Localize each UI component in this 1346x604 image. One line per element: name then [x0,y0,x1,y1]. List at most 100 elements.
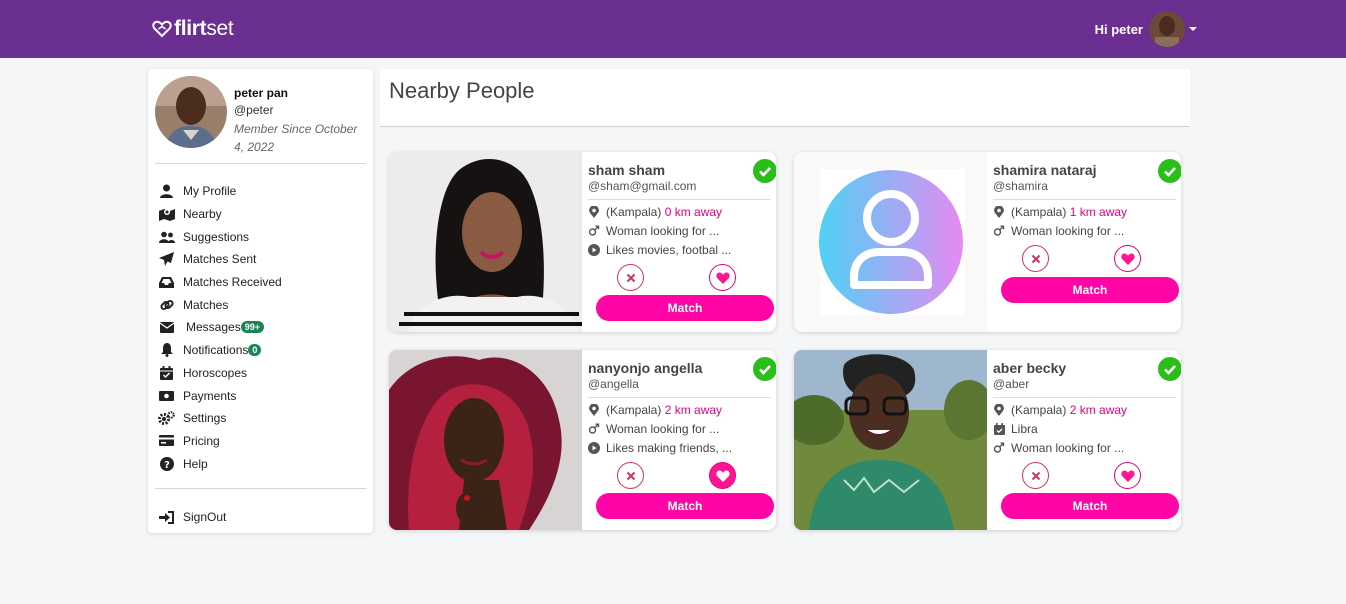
sidebar-item-payments[interactable]: Payments [158,384,363,407]
location-pin-icon [588,404,600,416]
person-name[interactable]: nanyonjo angella [588,360,702,376]
sidebar-item-matches-sent[interactable]: Matches Sent [158,248,363,271]
person-card: sham sham @sham@gmail.com (Kampala) 0 km… [389,152,776,332]
user-icon [158,184,175,199]
calendar-check-icon [158,365,175,380]
sidebar-item-label: Messages [186,320,241,335]
sidebar-item-label: Matches Sent [183,252,257,267]
sidebar-item-settings[interactable]: Settings [158,407,363,430]
sidebar-item-horoscopes[interactable]: Horoscopes [158,362,363,385]
location-text: (Kampala) [1011,403,1067,417]
person-name[interactable]: shamira nataraj [993,162,1097,178]
gender-icon [588,423,600,435]
distance-text: 1 km away [1069,205,1128,219]
calendar-check-icon [993,423,1005,435]
sidebar: peter pan @peter Member Since October 4,… [148,69,373,533]
person-handle: @shamira [993,179,1048,193]
location-row: (Kampala) 2 km away [993,403,1127,417]
match-button[interactable]: Match [596,493,774,519]
looking-row: Woman looking for ... [993,441,1124,455]
sidebar-item-suggestions[interactable]: Suggestions [158,225,363,248]
sidebar-item-label: Settings [183,411,227,426]
user-avatar[interactable] [1149,11,1185,47]
person-info: nanyonjo angella @angella (Kampala) 2 km… [588,350,776,530]
close-icon [626,273,635,282]
heart-icon [715,272,730,284]
top-navbar: flirtset Hi peter [0,0,1346,58]
users-icon [158,230,175,244]
brand-name: flirtset [174,17,234,40]
location-text: (Kampala) [1011,205,1067,219]
person-photo[interactable] [389,152,582,332]
verified-check-icon [1158,357,1181,381]
person-name[interactable]: aber becky [993,360,1066,376]
page-title: Nearby People [389,78,535,103]
gender-icon [993,225,1005,237]
user-menu[interactable]: Hi peter [1095,11,1197,47]
notifications-count-badge: 0 [248,344,262,357]
reject-button[interactable] [617,264,644,291]
signout-button[interactable]: SignOut [158,506,226,529]
sidebar-item-pricing[interactable]: Pricing [158,430,363,453]
location-text: (Kampala) [606,403,662,417]
person-name[interactable]: sham sham [588,162,665,178]
person-info: shamira nataraj @shamira (Kampala) 1 km … [993,152,1181,332]
location-pin-icon [993,404,1005,416]
gender-icon [993,442,1005,454]
location-pin-icon [993,206,1005,218]
match-button[interactable]: Match [596,295,774,321]
location-row: (Kampala) 2 km away [588,403,722,417]
profile-avatar[interactable] [155,76,227,148]
sidebar-menu: My Profile Nearby Suggestions Matches Se… [158,180,363,475]
signout-label: SignOut [183,510,227,525]
sidebar-item-messages[interactable]: Messages 99+ [158,316,363,339]
match-button[interactable]: Match [1001,277,1179,303]
sidebar-item-label: Pricing [183,433,220,448]
person-handle: @angella [588,377,639,391]
person-photo[interactable] [794,350,994,530]
person-card: shamira nataraj @shamira (Kampala) 1 km … [794,152,1181,332]
like-button[interactable] [709,462,736,489]
envelope-icon [158,320,175,334]
reject-button[interactable] [1022,462,1049,489]
match-button[interactable]: Match [1001,493,1179,519]
sidebar-divider [155,163,366,164]
card-divider [588,199,771,200]
like-button[interactable] [1114,245,1141,272]
sidebar-item-matches[interactable]: Matches [158,293,363,316]
looking-text: Woman looking for ... [606,224,720,238]
close-icon [1031,254,1040,263]
sidebar-item-notifications[interactable]: Notifications 0 [158,339,363,362]
brand-logo[interactable]: flirtset [152,17,234,41]
sidebar-item-help[interactable]: ? Help [158,452,363,475]
chevron-down-icon[interactable] [1189,27,1197,31]
sidebar-item-my-profile[interactable]: My Profile [158,180,363,203]
messages-count-badge: 99+ [240,321,264,334]
like-button[interactable] [709,264,736,291]
paper-plane-icon [158,252,175,267]
like-button[interactable] [1114,462,1141,489]
looking-row: Woman looking for ... [588,422,719,436]
sidebar-item-nearby[interactable]: Nearby [158,203,363,226]
zodiac-text: Libra [1011,422,1038,436]
close-icon [1031,471,1040,480]
svg-text:?: ? [164,460,170,471]
person-photo[interactable] [389,350,582,530]
reject-button[interactable] [617,462,644,489]
location-pin-icon [588,206,600,218]
distance-text: 0 km away [664,205,723,219]
likes-row: Likes making friends, ... [588,441,732,455]
person-info: sham sham @sham@gmail.com (Kampala) 0 km… [588,152,776,332]
card-divider [993,397,1176,398]
person-handle: @aber [993,377,1030,391]
person-photo[interactable] [794,152,987,332]
credit-card-icon [158,434,175,448]
member-since: Member Since October 4, 2022 [234,122,358,154]
user-greeting: Hi peter [1094,21,1143,37]
sidebar-item-matches-received[interactable]: Matches Received [158,271,363,294]
sidebar-item-label: Horoscopes [183,365,248,380]
sidebar-item-label: Nearby [183,207,222,222]
reject-button[interactable] [1022,245,1049,272]
sidebar-item-label: Payments [183,388,237,403]
looking-row: Woman looking for ... [993,224,1124,238]
